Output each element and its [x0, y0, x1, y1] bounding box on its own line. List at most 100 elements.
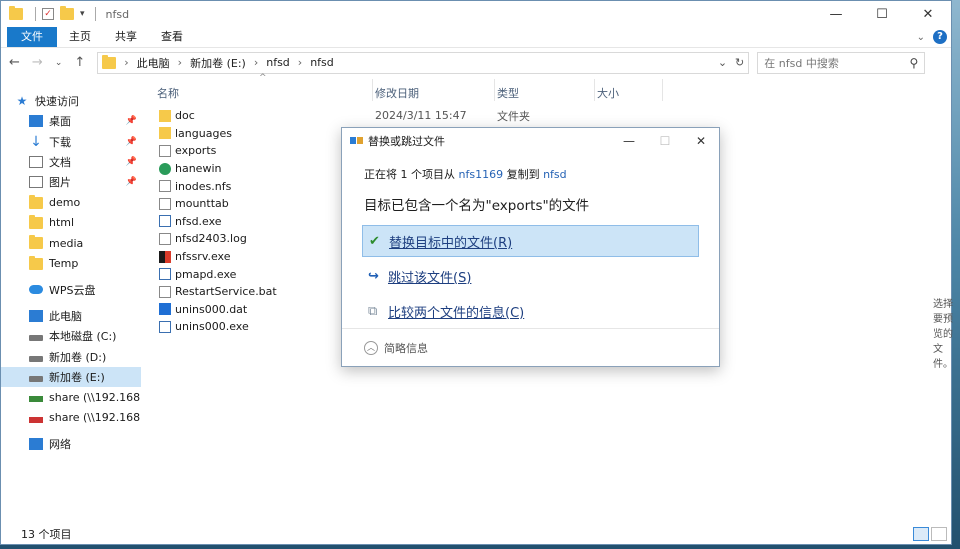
- drive-icon: [29, 376, 43, 382]
- tab-view[interactable]: 查看: [149, 27, 195, 47]
- blue-icon: [159, 303, 171, 316]
- folder-icon: [29, 194, 43, 209]
- skip-file-option[interactable]: ↪ 跳过该文件(S): [362, 260, 699, 292]
- address-row: ← → ⌄ ↑ › 此电脑 › 新加卷 (E:) › nfsd › nfsd ⌄…: [1, 47, 951, 77]
- tab-share[interactable]: 共享: [103, 27, 149, 47]
- dialog-minimize-button[interactable]: —: [611, 134, 647, 148]
- folder-icon: [9, 6, 23, 20]
- dialog-title: 替换或跳过文件: [368, 135, 445, 148]
- dialog-close-button[interactable]: ✕: [683, 134, 719, 148]
- file-row[interactable]: nfsd2403.log: [159, 230, 277, 248]
- nav-item-media[interactable]: media: [1, 233, 141, 253]
- column-header-date[interactable]: 修改日期: [373, 79, 495, 101]
- drive-icon: [29, 335, 43, 342]
- nav-item-downloads[interactable]: ↓ 下载 📌: [1, 132, 141, 152]
- nav-item-demo[interactable]: demo: [1, 192, 141, 212]
- checkmark-icon: ✔: [369, 233, 380, 249]
- dialog-footer: ︿ 简略信息: [342, 328, 719, 366]
- pin-icon: 📌: [125, 116, 137, 127]
- breadcrumb-this-pc[interactable]: 此电脑: [137, 55, 170, 71]
- breadcrumb-nfsd-parent[interactable]: nfsd: [266, 56, 290, 69]
- file-name: RestartService.bat: [175, 285, 277, 299]
- file-row[interactable]: pmapd.exe: [159, 265, 277, 283]
- fewer-details-button[interactable]: 简略信息: [384, 340, 428, 356]
- computer-icon: [29, 310, 43, 323]
- address-bar[interactable]: › 此电脑 › 新加卷 (E:) › nfsd › nfsd ⌄ ↻: [97, 51, 750, 74]
- nav-item-wps-cloud[interactable]: WPS云盘: [1, 280, 141, 300]
- folder-icon: [29, 255, 43, 270]
- help-icon[interactable]: ?: [933, 30, 947, 44]
- file-row[interactable]: languages: [159, 125, 277, 143]
- file-row[interactable]: unins000.dat: [159, 301, 277, 319]
- details-view-button[interactable]: [913, 527, 929, 541]
- file-row[interactable]: mounttab: [159, 195, 277, 213]
- file-row[interactable]: nfssrv.exe: [159, 248, 277, 266]
- properties-icon[interactable]: ✓: [42, 8, 54, 20]
- column-headers: 名称 修改日期 类型 大小: [155, 79, 663, 101]
- back-arrow-icon[interactable]: ←: [9, 55, 20, 70]
- column-header-name[interactable]: 名称: [155, 79, 373, 101]
- doc-icon: [159, 232, 171, 245]
- expand-ribbon-icon[interactable]: ⌄: [917, 32, 925, 43]
- cloud-icon: [29, 285, 43, 295]
- nav-item-network[interactable]: 网络: [1, 434, 141, 454]
- file-name: hanewin: [175, 162, 222, 176]
- large-icons-view-button[interactable]: [931, 527, 947, 541]
- file-name: inodes.nfs: [175, 179, 232, 193]
- quick-access-dropdown-icon[interactable]: ▾: [80, 9, 85, 19]
- breadcrumb-drive-e[interactable]: 新加卷 (E:): [190, 55, 246, 71]
- destination-folder-link[interactable]: nfsd: [543, 168, 567, 181]
- disconnected-drive-icon: [29, 416, 43, 423]
- nav-item-drive-d[interactable]: 新加卷 (D:): [1, 347, 141, 367]
- file-name: exports: [175, 144, 217, 158]
- file-row[interactable]: doc 2024/3/11 15:47 文件夹: [159, 107, 530, 125]
- nav-item-pictures[interactable]: 图片 📌: [1, 172, 141, 192]
- column-header-size[interactable]: 大小: [595, 79, 663, 101]
- recent-locations-icon[interactable]: ⌄: [55, 58, 63, 68]
- up-arrow-icon[interactable]: ↑: [74, 55, 85, 70]
- status-bar: 13 个项目: [1, 524, 951, 544]
- new-folder-icon[interactable]: [60, 6, 74, 20]
- file-row[interactable]: unins000.exe: [159, 318, 277, 336]
- forward-arrow-icon[interactable]: →: [32, 55, 43, 70]
- picture-icon: [29, 176, 43, 189]
- source-folder-link[interactable]: nfs1169: [459, 168, 504, 181]
- search-icon[interactable]: ⚲: [909, 56, 918, 70]
- chevron-up-icon[interactable]: ︿: [364, 340, 378, 355]
- nav-item-drive-e[interactable]: 新加卷 (E:): [1, 366, 141, 388]
- compare-files-option[interactable]: ⧉ 比较两个文件的信息(C): [362, 295, 699, 327]
- breadcrumb-nfsd[interactable]: nfsd: [310, 56, 334, 69]
- nav-item-drive-c[interactable]: 本地磁盘 (C:): [1, 326, 141, 346]
- file-name: unins000.exe: [175, 320, 249, 334]
- nav-quick-access[interactable]: ★ 快速访问: [1, 91, 141, 111]
- nav-item-html[interactable]: html: [1, 213, 141, 233]
- address-dropdown-icon[interactable]: ⌄: [718, 56, 727, 69]
- chevron-right-icon: ›: [177, 56, 183, 69]
- refresh-icon[interactable]: ↻: [735, 56, 744, 69]
- minimize-button[interactable]: —: [813, 7, 859, 22]
- nav-item-desktop[interactable]: 桌面 📌: [1, 111, 141, 131]
- file-row[interactable]: inodes.nfs: [159, 177, 277, 195]
- nav-item-this-pc[interactable]: 此电脑: [1, 306, 141, 326]
- file-name: nfssrv.exe: [175, 250, 231, 264]
- file-row[interactable]: RestartService.bat: [159, 283, 277, 301]
- file-name: languages: [175, 126, 232, 140]
- tab-file[interactable]: 文件: [7, 27, 57, 47]
- nav-item-temp[interactable]: Temp: [1, 253, 141, 273]
- nav-item-documents[interactable]: 文档 📌: [1, 152, 141, 172]
- network-drive-icon: [29, 396, 43, 403]
- nav-label: WPS云盘: [49, 283, 96, 297]
- search-input[interactable]: 在 nfsd 中搜索 ⚲: [757, 51, 926, 74]
- replace-file-option[interactable]: ✔ 替换目标中的文件(R): [362, 225, 699, 257]
- file-row[interactable]: exports: [159, 142, 277, 160]
- nav-item-share-1[interactable]: share (\\192.168.8: [1, 387, 141, 407]
- file-row[interactable]: nfsd.exe: [159, 213, 277, 231]
- maximize-button[interactable]: ☐: [859, 7, 905, 22]
- option-label: 替换目标中的文件(R): [389, 235, 513, 251]
- tab-home[interactable]: 主页: [57, 27, 103, 47]
- file-row[interactable]: hanewin: [159, 160, 277, 178]
- column-header-type[interactable]: 类型: [495, 79, 595, 101]
- nav-item-share-2[interactable]: share (\\192.168.8: [1, 407, 141, 427]
- document-icon: [29, 156, 43, 169]
- close-button[interactable]: ✕: [905, 7, 951, 22]
